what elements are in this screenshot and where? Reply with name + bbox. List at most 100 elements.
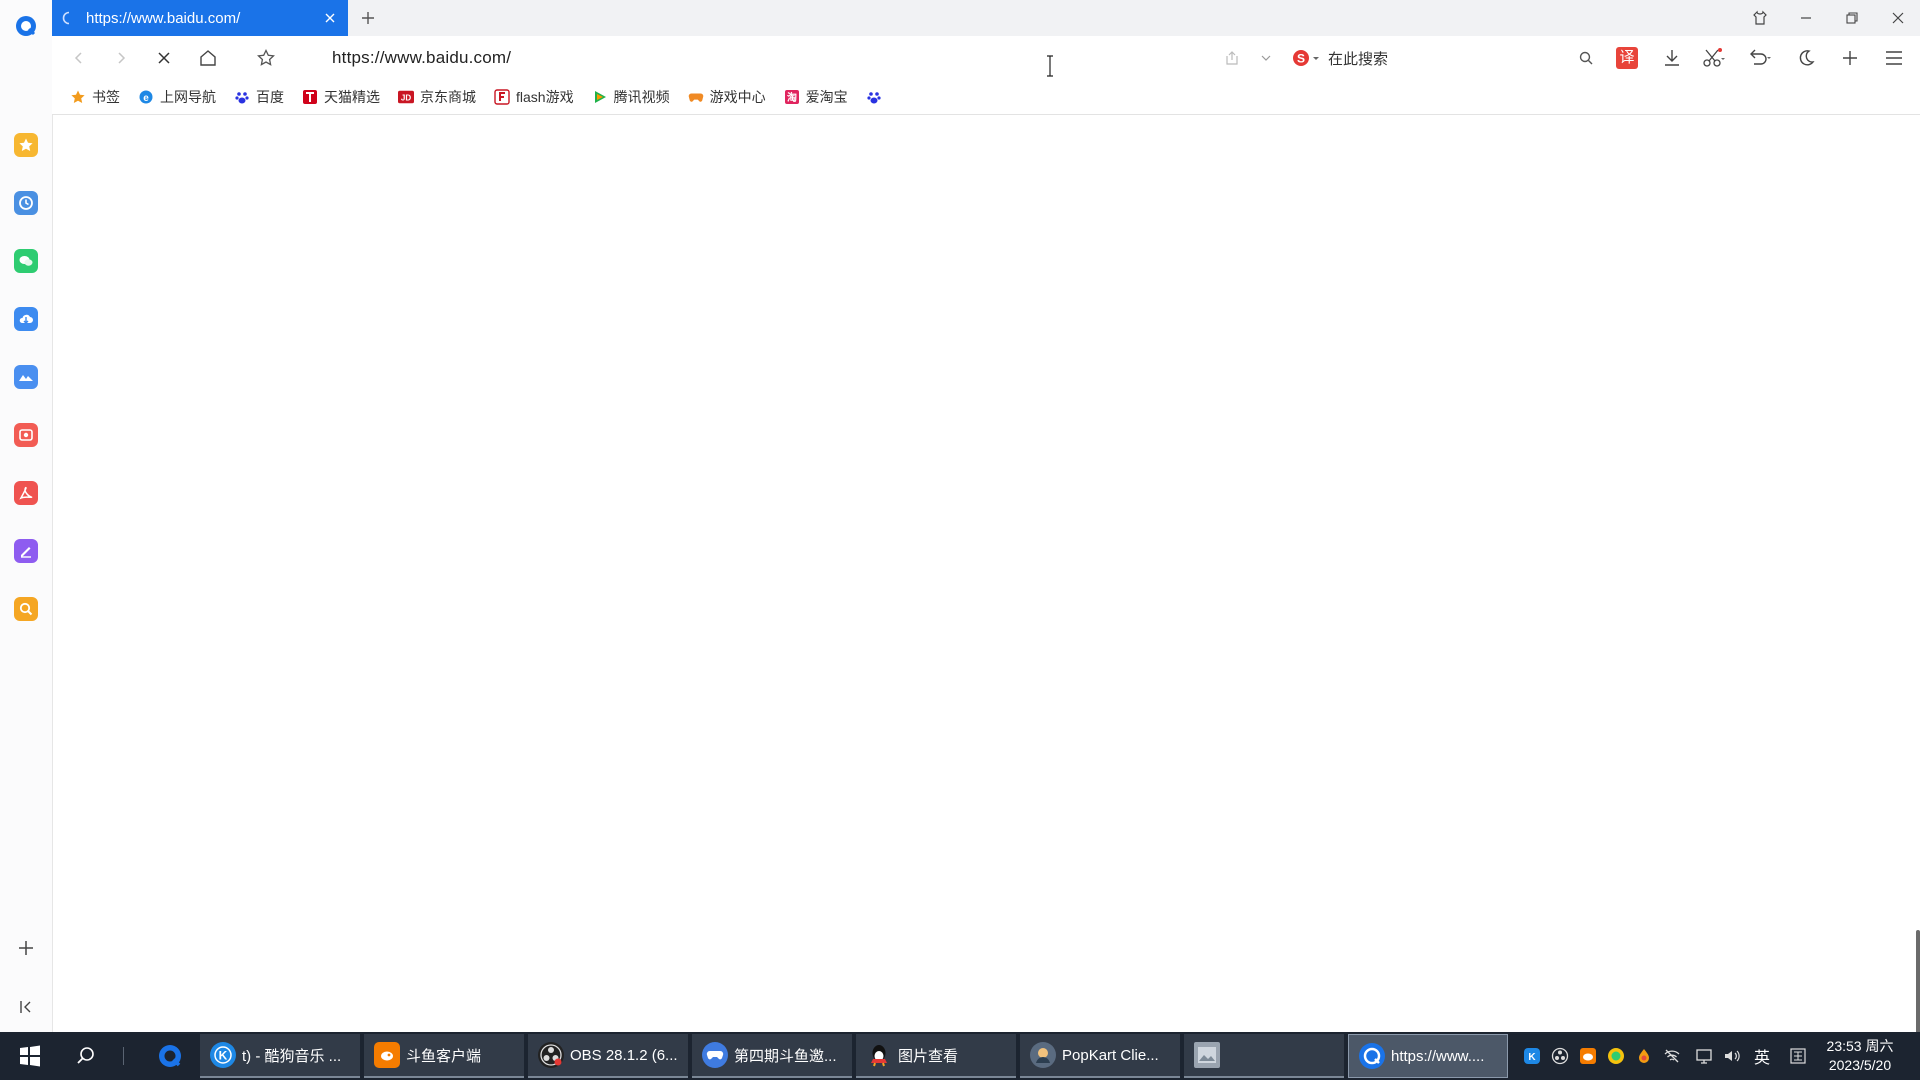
- douyu-icon: [374, 1042, 400, 1068]
- extensions-plus-icon[interactable]: [1838, 46, 1862, 70]
- close-window-button[interactable]: [1878, 4, 1918, 32]
- translate-label: 译: [1616, 47, 1638, 69]
- undo-close-tab-icon[interactable]: [1748, 46, 1772, 70]
- menu-icon[interactable]: [1882, 46, 1906, 70]
- bookmark-item[interactable]: 书签: [70, 87, 120, 107]
- baidu-paw-icon: [234, 89, 250, 105]
- bookmark-label: 京东商城: [420, 89, 476, 105]
- tray-keyboard-icon[interactable]: [1788, 1046, 1808, 1066]
- share-icon[interactable]: [1220, 46, 1244, 70]
- image-thumb-icon: [1194, 1042, 1220, 1068]
- address-dropdown-icon[interactable]: [1254, 46, 1278, 70]
- search-icon[interactable]: [1574, 46, 1598, 70]
- home-button[interactable]: [196, 46, 220, 70]
- tray-network-off-icon[interactable]: [1662, 1046, 1682, 1066]
- mountain-icon[interactable]: [14, 365, 38, 389]
- clock-time: 23:53 周六: [1826, 1038, 1894, 1054]
- add-sidebar-app-icon[interactable]: [14, 936, 38, 960]
- tray-kugou-icon[interactable]: K: [1522, 1046, 1542, 1066]
- tray-volume-icon[interactable]: [1722, 1046, 1742, 1066]
- baidu-paw-icon: [866, 89, 882, 105]
- cloud-icon[interactable]: [14, 307, 38, 331]
- stop-loading-button[interactable]: [152, 46, 176, 70]
- task-label: 图片查看: [898, 1047, 959, 1065]
- search-icon[interactable]: [66, 1032, 106, 1080]
- bookmark-item[interactable]: 腾讯视频: [592, 87, 670, 107]
- minimize-button[interactable]: [1786, 4, 1826, 32]
- taskbar-task[interactable]: 第四期斗鱼邀...: [692, 1034, 852, 1078]
- address-bar[interactable]: https://www.baidu.com/: [332, 44, 1232, 72]
- tab-title: https://www.baidu.com/: [86, 9, 241, 27]
- tray-obs-icon[interactable]: [1550, 1046, 1570, 1066]
- task-label: OBS 28.1.2 (6...: [570, 1046, 678, 1064]
- collapse-sidebar-icon[interactable]: [14, 995, 38, 1019]
- page-content[interactable]: [53, 55, 1920, 1052]
- task-label: https://www....: [1391, 1047, 1485, 1065]
- svg-text:K: K: [219, 1049, 228, 1063]
- history-icon[interactable]: [14, 191, 38, 215]
- taskbar-task[interactable]: OBS 28.1.2 (6...: [528, 1034, 688, 1078]
- address-url[interactable]: https://www.baidu.com/: [332, 48, 511, 68]
- bookmark-label: 书签: [92, 89, 120, 105]
- tab-close-icon[interactable]: [320, 8, 340, 28]
- navigation-bar: https://www.baidu.com/ S 在此搜索 译: [52, 36, 1920, 80]
- photo-icon[interactable]: [14, 423, 38, 447]
- screenshot-scissors-icon[interactable]: [1702, 46, 1726, 70]
- pdf-icon[interactable]: [14, 481, 38, 505]
- bookmark-label: 腾讯视频: [613, 89, 670, 105]
- tray-douyu-icon[interactable]: [1578, 1046, 1598, 1066]
- windows-start-icon[interactable]: [10, 1032, 50, 1080]
- wechat-icon[interactable]: [14, 249, 38, 273]
- bookmark-item[interactable]: JD 京东商城: [398, 87, 476, 107]
- tencent-video-icon: [592, 89, 608, 105]
- bookmark-item[interactable]: 淘 爱淘宝: [784, 87, 848, 107]
- taskbar-task[interactable]: 图片查看: [856, 1034, 1016, 1078]
- windows-taskbar: K t) - 酷狗音乐 ... 斗鱼客户端 OBS 28.1.2 (6... 第…: [0, 1032, 1920, 1080]
- tray-display-icon[interactable]: [1694, 1046, 1714, 1066]
- bookmark-item[interactable]: 游戏中心: [688, 87, 766, 107]
- sogou-search-engine-icon[interactable]: S: [1292, 48, 1320, 68]
- forward-button[interactable]: [109, 46, 133, 70]
- search-placeholder: 在此搜索: [1328, 50, 1389, 68]
- tab-baidu[interactable]: https://www.baidu.com/: [52, 0, 348, 36]
- bookmark-star-icon[interactable]: [254, 46, 278, 70]
- new-tab-button[interactable]: [356, 6, 380, 30]
- back-button[interactable]: [67, 46, 91, 70]
- taskbar-task[interactable]: K t) - 酷狗音乐 ...: [200, 1034, 360, 1078]
- skin-icon[interactable]: [1740, 4, 1780, 32]
- tray-ime-label[interactable]: 英: [1752, 1046, 1772, 1067]
- kugou-icon: K: [210, 1042, 236, 1068]
- qq-icon: [866, 1042, 892, 1068]
- notes-icon[interactable]: [14, 539, 38, 563]
- download-icon[interactable]: [1660, 46, 1684, 70]
- bookmark-label: 天猫精选: [324, 89, 380, 105]
- taskbar-task[interactable]: 斗鱼客户端: [364, 1034, 524, 1078]
- bookmark-item[interactable]: e 上网导航: [138, 87, 216, 107]
- bookmark-item[interactable]: 天猫精选: [302, 87, 380, 107]
- gamepad-icon: [688, 89, 704, 105]
- restore-button[interactable]: [1832, 4, 1872, 32]
- taskbar-task[interactable]: PopKart Clie...: [1020, 1034, 1180, 1078]
- tmall-icon: [302, 89, 318, 105]
- browser-pinned-icon[interactable]: [150, 1032, 190, 1080]
- bookmark-item[interactable]: 百度: [234, 87, 284, 107]
- taskbar-task[interactable]: [1184, 1034, 1344, 1078]
- game-icon: [702, 1042, 728, 1068]
- svg-text:JD: JD: [401, 94, 411, 103]
- search-box[interactable]: S 在此搜索: [1292, 44, 1662, 72]
- bookmark-item[interactable]: [866, 89, 888, 105]
- tray-wechat-icon[interactable]: [1606, 1046, 1626, 1066]
- favorites-icon[interactable]: [14, 133, 38, 157]
- tray-game-icon[interactable]: [1634, 1046, 1654, 1066]
- svg-text:K: K: [1528, 1052, 1536, 1063]
- bookmark-item[interactable]: flash游戏: [494, 87, 574, 107]
- system-clock[interactable]: 23:53 周六 2023/5/20: [1820, 1037, 1900, 1075]
- browser-logo-icon[interactable]: [13, 13, 39, 39]
- star-icon: [70, 89, 86, 105]
- night-mode-icon[interactable]: [1794, 46, 1818, 70]
- browser-icon: [1359, 1043, 1385, 1069]
- bookmark-label: 爱淘宝: [805, 89, 848, 105]
- search-app-icon[interactable]: [14, 597, 38, 621]
- translate-button[interactable]: 译: [1615, 46, 1639, 70]
- taskbar-task-active[interactable]: https://www....: [1348, 1034, 1508, 1078]
